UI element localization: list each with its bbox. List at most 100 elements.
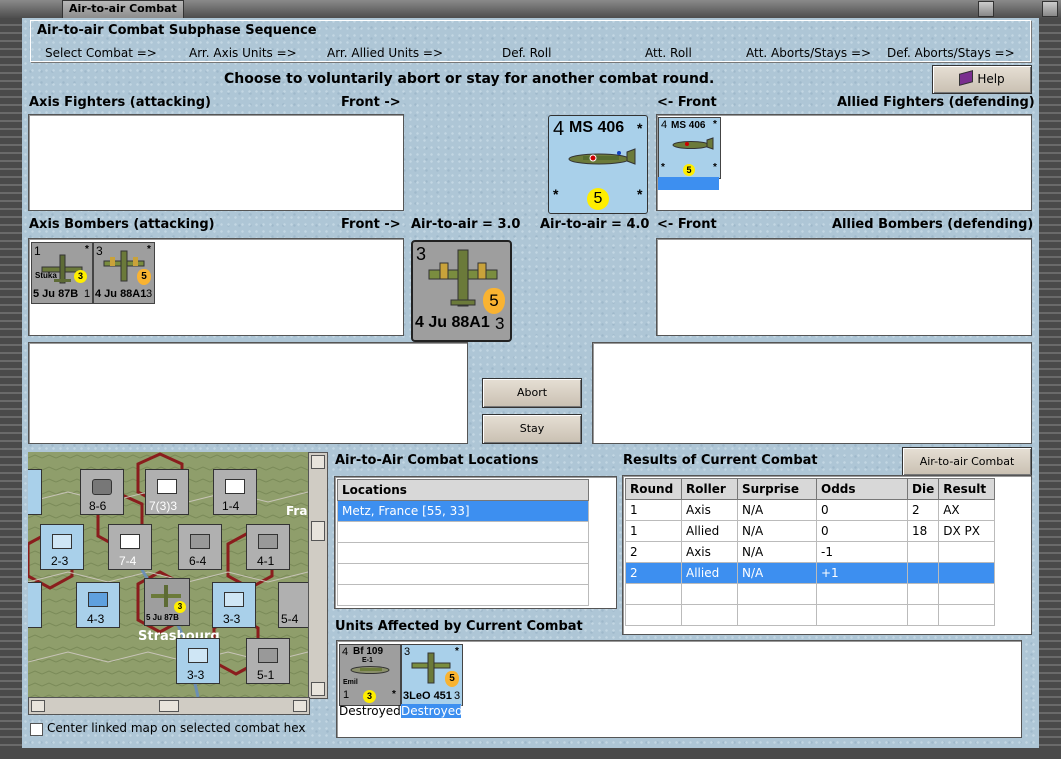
locations-header: Locations <box>337 479 589 501</box>
axis-air-to-air-label: Air-to-air = 3.0 <box>411 217 521 232</box>
range-value: 3 <box>495 314 505 333</box>
map-unit-counter[interactable]: -3 <box>28 582 42 628</box>
map-air-unit-counter[interactable]: 3 5 Ju 87B <box>144 578 190 626</box>
center-map-checkbox-label: Center linked map on selected combat hex <box>47 721 306 735</box>
close-button[interactable] <box>1042 1 1058 17</box>
map-unit-counter[interactable]: 7(3)3 <box>145 469 189 515</box>
map-vertical-scrollbar[interactable] <box>308 452 328 699</box>
map-unit-counter[interactable]: 3-3 <box>212 582 256 628</box>
star-marker: * <box>637 120 643 136</box>
scroll-left-arrow-icon[interactable] <box>31 700 45 712</box>
cell-result: DX PX <box>938 520 996 542</box>
bombing-factor: 5 <box>483 288 505 314</box>
fighter-plane-icon <box>350 666 390 674</box>
unit-strength: 5-1 <box>257 668 275 682</box>
locations-title: Air-to-Air Combat Locations <box>335 453 539 468</box>
cell-odds: +1 <box>816 562 908 584</box>
stay-button[interactable]: Stay <box>482 414 582 444</box>
abort-button[interactable]: Abort <box>482 378 582 408</box>
location-name: Metz, France [55, 33] <box>337 500 589 522</box>
col-result: Result <box>938 478 996 500</box>
scroll-up-arrow-icon[interactable] <box>311 455 325 469</box>
unit-type-name: 4 Ju 88A1 <box>415 314 490 331</box>
air-to-air-value: 4 <box>342 646 349 658</box>
front-left-label-1: <- Front <box>657 95 717 110</box>
axis-bomber-counter-ju88[interactable]: 3 * 5 4 Ju 88A1 3 <box>93 242 155 304</box>
unit-type-name: MS 406 <box>569 119 625 136</box>
affected-unit-leo451[interactable]: 3 * 5 3LeO 451 3 <box>401 644 463 706</box>
unit-strength: 5-4 <box>281 612 299 626</box>
mountain-symbol-icon <box>88 592 108 607</box>
selected-axis-bomber-counter[interactable]: 3 5 4 Ju 88A1 3 <box>411 240 512 342</box>
window-frame-right <box>1039 18 1061 759</box>
linked-map[interactable]: -4 8-6 7(3)3 1-4 Fra 2-3 7-4 6-4 4-1 -3 … <box>28 452 308 697</box>
cell-die: 2 <box>906 499 940 521</box>
col-die: Die <box>906 478 940 500</box>
minimize-button[interactable] <box>978 1 994 17</box>
unit-status-label: Destroyed <box>339 704 401 718</box>
allied-results-box <box>592 342 1032 444</box>
col-round: Round <box>625 478 682 500</box>
map-unit-counter[interactable]: 7-4 <box>108 524 152 570</box>
selected-unit-highlight <box>658 177 719 190</box>
map-unit-counter[interactable]: -4 <box>28 469 42 515</box>
locations-list[interactable]: Locations Metz, France [55, 33] <box>334 476 617 609</box>
infantry-symbol-icon <box>157 479 177 494</box>
defense-factor: 5 <box>587 188 609 210</box>
axis-fighters-box[interactable] <box>28 114 404 211</box>
step-attacker-roll: Att. Roll <box>645 46 692 60</box>
axis-results-box <box>28 342 468 444</box>
map-unit-counter[interactable]: 6-4 <box>178 524 222 570</box>
center-map-checkbox[interactable] <box>30 723 43 736</box>
cell-die <box>906 562 940 584</box>
col-roller: Roller <box>681 478 738 500</box>
map-horizontal-scrollbar[interactable] <box>28 697 310 715</box>
front-right-label-1: Front -> <box>341 95 401 110</box>
unit-strength: 2-3 <box>51 554 69 568</box>
scroll-down-arrow-icon[interactable] <box>311 682 325 696</box>
map-unit-counter[interactable]: 5-1 <box>246 638 290 684</box>
result-row-selected[interactable]: 2 Allied N/A +1 <box>625 562 996 584</box>
map-unit-counter[interactable]: 8-6 <box>80 469 124 515</box>
unit-strength: 8-6 <box>89 499 107 513</box>
selected-allied-fighter-counter[interactable]: 4 MS 406 * * * 5 <box>548 115 648 214</box>
combat-chart-button[interactable]: Air-to-air Combat Chart <box>902 447 1032 495</box>
affected-unit-bf109[interactable]: 4 Bf 109 E-1 Emil 1 3 * <box>339 644 401 706</box>
scroll-thumb[interactable] <box>311 521 325 541</box>
fighter-plane-icon <box>568 148 636 165</box>
help-book-icon <box>959 70 974 86</box>
result-row-empty <box>625 583 996 605</box>
bombing-factor: 3 <box>74 270 87 283</box>
map-unit-counter[interactable]: 4-1 <box>246 524 290 570</box>
cell-die <box>906 541 940 563</box>
scroll-thumb[interactable] <box>159 700 179 712</box>
map-unit-counter[interactable]: 5-4 <box>278 582 308 628</box>
help-button[interactable]: Help <box>932 65 1032 94</box>
result-row[interactable]: 1 Axis N/A 0 2 AX <box>625 499 996 521</box>
axis-bomber-counter-stuka[interactable]: 1 * Stuka 3 5 Ju 87B 1 <box>31 242 93 304</box>
results-table-box[interactable]: Round Roller Surprise Odds Die Result 1A… <box>622 475 1032 635</box>
result-row[interactable]: 2 Axis N/A -1 <box>625 541 996 563</box>
map-unit-counter[interactable]: 2-3 <box>40 524 84 570</box>
artillery-symbol-icon <box>258 534 278 549</box>
bombing-factor: 5 <box>137 269 151 285</box>
cell-round: 2 <box>625 541 682 563</box>
unit-strength: 4-1 <box>257 554 275 568</box>
unit-strength: 4-3 <box>87 612 105 626</box>
map-unit-counter[interactable]: 1-4 <box>213 469 257 515</box>
allied-fighter-counter[interactable]: 4 MS 406 * * * 5 <box>658 117 721 179</box>
axis-bombers-label: Axis Bombers (attacking) <box>29 217 215 232</box>
star-marker-right: * <box>713 162 717 173</box>
map-unit-counter[interactable]: 4-3 <box>76 582 120 628</box>
unit-strength: 3-3 <box>187 668 205 682</box>
unit-type-name: MS 406 <box>671 120 706 131</box>
map-unit-counter[interactable]: 3-3 <box>176 638 220 684</box>
allied-bombers-box[interactable] <box>656 238 1032 336</box>
location-row[interactable]: Metz, France [55, 33] <box>337 500 589 522</box>
cell-roller: Allied <box>681 520 738 542</box>
range-value: 1 <box>343 689 350 701</box>
scroll-right-arrow-icon[interactable] <box>293 700 307 712</box>
title-bar[interactable]: Air-to-air Combat <box>0 0 1061 19</box>
unit-strength: 3-3 <box>223 612 241 626</box>
result-row[interactable]: 1 Allied N/A 0 18 DX PX <box>625 520 996 542</box>
